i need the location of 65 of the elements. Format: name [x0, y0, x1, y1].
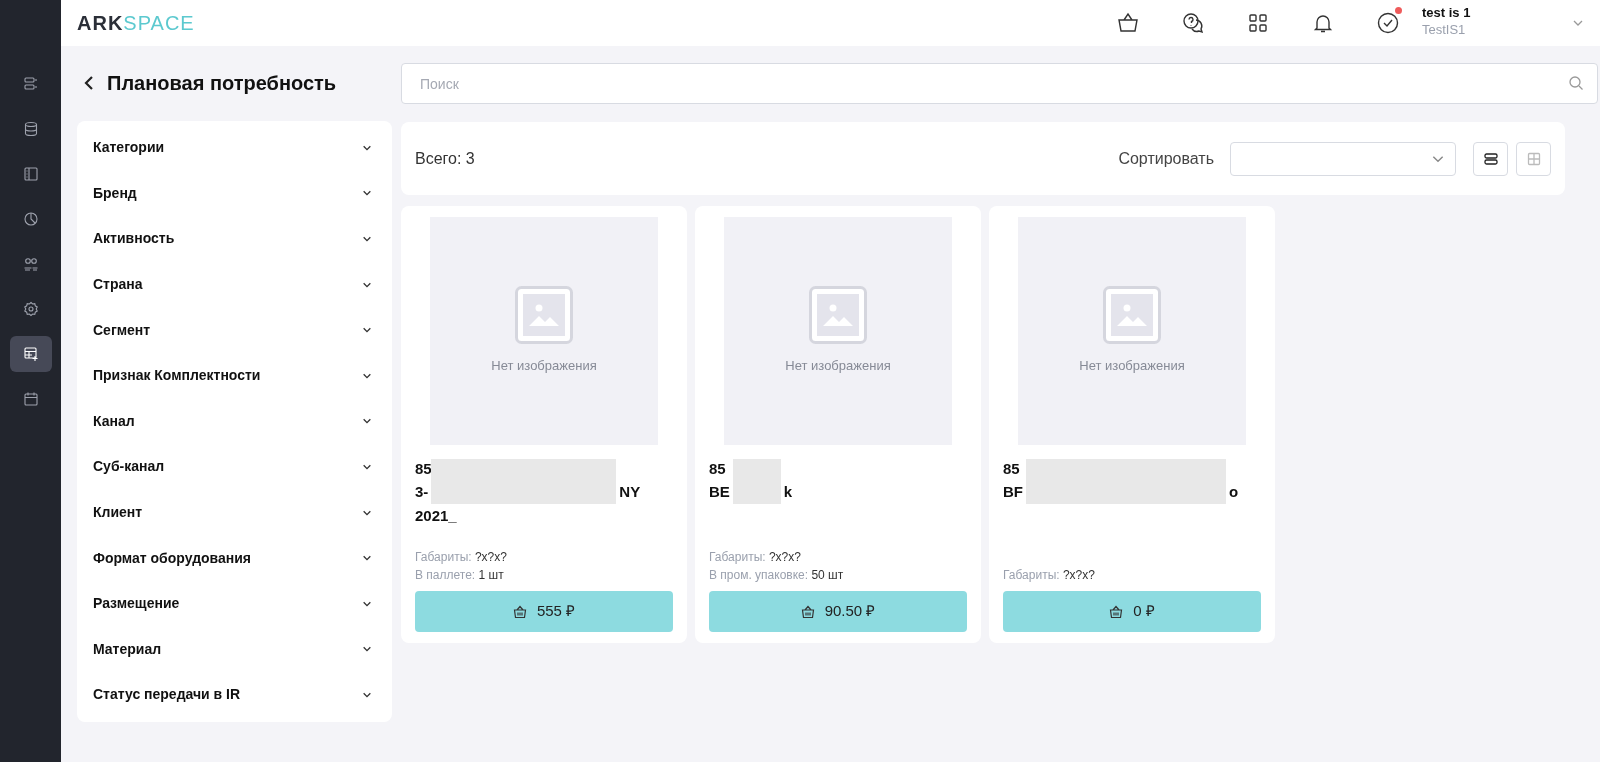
price-button[interactable]: 0 ₽	[1003, 591, 1261, 632]
product-title: 85	[709, 459, 726, 479]
grid-view-icon	[1525, 150, 1542, 167]
basket-icon	[512, 604, 527, 619]
image-caption: Нет изображения	[785, 357, 891, 376]
filter-item[interactable]: Активность	[77, 216, 392, 262]
product-title: 3-	[415, 482, 429, 503]
filter-item[interactable]: Признак Комплектности	[77, 352, 392, 399]
users-icon	[22, 256, 39, 272]
book-icon	[22, 166, 39, 182]
product-title: BE	[709, 482, 730, 503]
detail-text: Габариты: ?x?x?	[709, 549, 802, 567]
filter-item[interactable]: Материал	[77, 626, 392, 673]
detail-text: В паллете: 1 шт	[415, 566, 505, 584]
product-title: 85	[1003, 459, 1020, 479]
filter-item[interactable]: Суб-канал	[77, 444, 392, 490]
product-title: o	[1229, 482, 1239, 503]
basket-icon[interactable]	[1116, 11, 1140, 35]
user-name: test is 1	[1422, 6, 1472, 21]
detail-text: Габариты: ?x?x?	[415, 549, 508, 567]
filter-item[interactable]: Канал	[77, 398, 392, 445]
sort-label: Сортировать	[1118, 148, 1214, 169]
list-view-icon	[1482, 150, 1499, 167]
sidebar-item[interactable]	[9, 336, 52, 372]
filter-item[interactable]: Статус передачи в IR	[77, 672, 392, 718]
product-title: 85	[415, 459, 432, 479]
image-caption: Нет изображения	[1079, 357, 1185, 376]
chat-question-icon[interactable]	[1181, 11, 1205, 35]
image-icon	[809, 286, 867, 345]
calendar-icon	[22, 391, 39, 407]
back-icon[interactable]	[83, 75, 95, 91]
search-icon[interactable]	[1568, 75, 1584, 91]
pie-chart-icon	[22, 211, 39, 227]
filter-item[interactable]: Клиент	[77, 489, 392, 536]
database-icon	[22, 121, 39, 137]
list-icon	[22, 76, 39, 92]
search-field[interactable]: Поиск	[401, 63, 1598, 104]
list-view-button[interactable]	[1473, 141, 1508, 176]
image-caption: Нет изображения	[491, 357, 597, 376]
grid-icon[interactable]	[1246, 11, 1270, 35]
chevron-down-icon	[362, 234, 372, 244]
user-login: TestIS1	[1422, 21, 1467, 40]
total-count: Всего: 3	[415, 148, 475, 169]
filter-item[interactable]: Сегмент	[77, 307, 392, 353]
image-icon	[515, 286, 573, 345]
filter-item[interactable]: Размещение	[77, 580, 392, 627]
basket-icon	[800, 604, 815, 619]
product-title: NY	[619, 482, 641, 503]
product-title: k	[783, 482, 793, 503]
filter-item[interactable]: Страна	[77, 261, 392, 308]
table-add-icon	[22, 346, 39, 362]
filter-item[interactable]: Формат оборудования	[77, 535, 392, 581]
price-button[interactable]: 555 ₽	[415, 591, 673, 632]
image-icon	[1103, 286, 1161, 345]
gear-icon	[22, 301, 39, 317]
product-title: BF	[1003, 482, 1023, 503]
price-button[interactable]: 90.50 ₽	[709, 591, 967, 632]
page-title: Плановая потребность	[107, 71, 337, 96]
basket-icon	[1109, 604, 1124, 619]
filter-item[interactable]: Категории	[77, 125, 392, 171]
detail-text: В пром. упаковке: 50 шт	[709, 566, 845, 584]
logo[interactable]: ARKSPACE	[77, 8, 195, 38]
filter-item[interactable]: Бренд	[77, 170, 392, 217]
detail-text: Габариты: ?x?x?	[1003, 566, 1096, 584]
product-title: 2021_	[415, 505, 457, 526]
